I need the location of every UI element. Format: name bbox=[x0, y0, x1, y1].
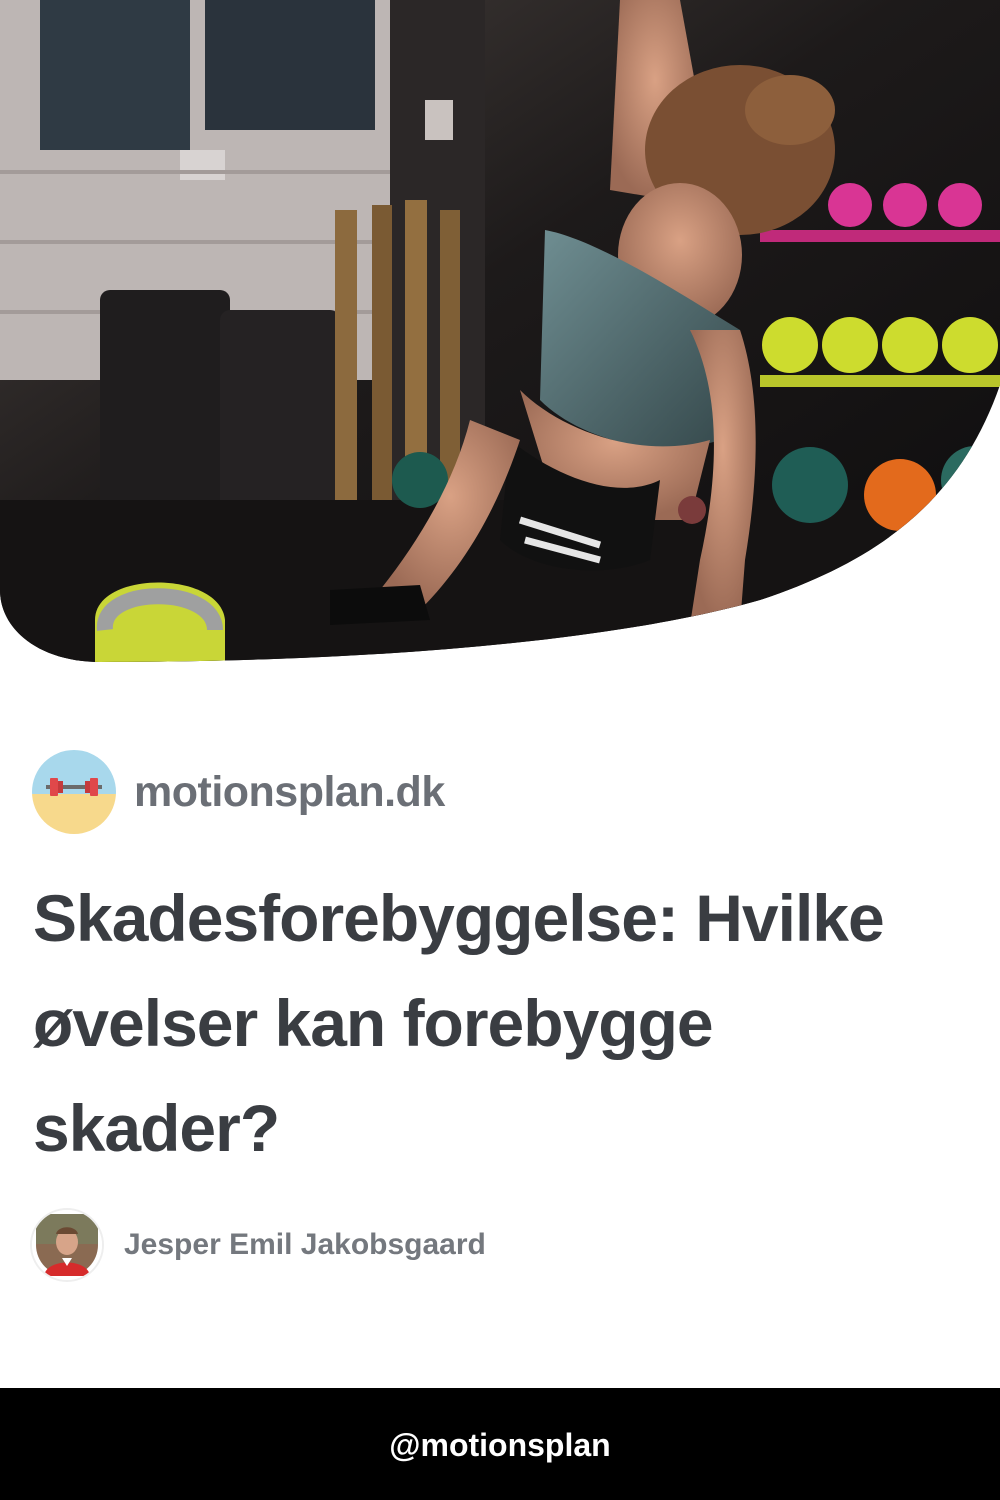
site-name[interactable]: motionsplan.dk bbox=[134, 768, 445, 817]
author-avatar bbox=[32, 1210, 102, 1280]
author-name[interactable]: Jesper Emil Jakobsgaard bbox=[124, 1228, 486, 1262]
site-header[interactable]: motionsplan.dk bbox=[32, 750, 445, 834]
author-row[interactable]: Jesper Emil Jakobsgaard bbox=[32, 1210, 486, 1280]
hero-image bbox=[0, 0, 1000, 670]
footer-handle[interactable]: @motionsplan bbox=[389, 1427, 610, 1464]
barbell-beach-icon bbox=[32, 750, 116, 834]
footer-bar: @motionsplan bbox=[0, 1388, 1000, 1500]
pin-card: motionsplan.dk Skadesforebyggelse: Hvilk… bbox=[0, 0, 1000, 1500]
article-title[interactable]: Skadesforebyggelse: Hvilke øvelser kan f… bbox=[33, 866, 953, 1181]
